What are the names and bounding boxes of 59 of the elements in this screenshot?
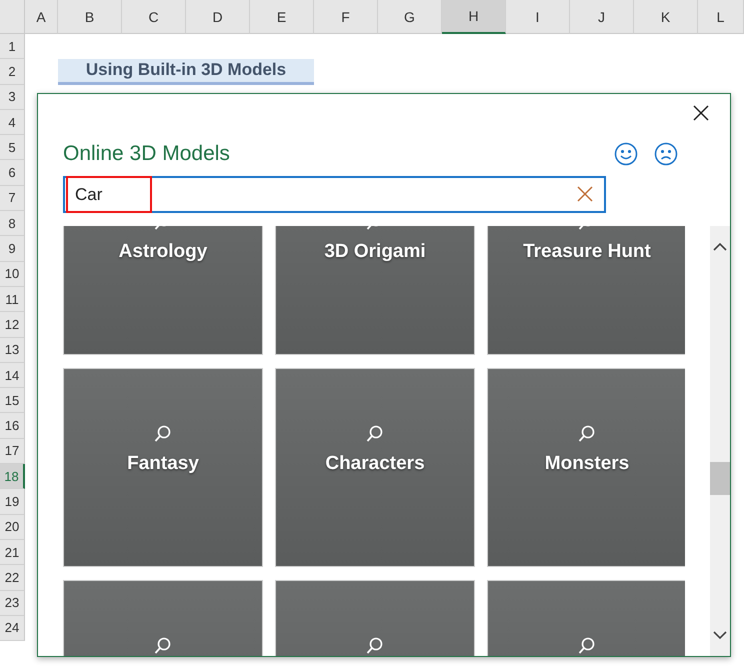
- dialog-title: Online 3D Models: [63, 142, 230, 166]
- column-header[interactable]: D: [186, 0, 250, 34]
- row-header[interactable]: 22: [0, 565, 25, 591]
- row-header[interactable]: 13: [0, 338, 25, 363]
- column-header[interactable]: J: [570, 0, 634, 34]
- frown-icon[interactable]: [654, 142, 678, 166]
- model-category-tile[interactable]: Astrology: [63, 226, 263, 355]
- column-header[interactable]: F: [314, 0, 378, 34]
- title-cell: Using Built-in 3D Models: [58, 59, 314, 85]
- row-header[interactable]: 12: [0, 312, 25, 338]
- row-header[interactable]: 3: [0, 84, 25, 110]
- row-header[interactable]: 21: [0, 540, 25, 566]
- scroll-thumb[interactable]: [710, 462, 730, 495]
- row-header[interactable]: 7: [0, 186, 25, 212]
- column-header[interactable]: C: [122, 0, 186, 34]
- model-category-tile[interactable]: Characters: [275, 368, 475, 567]
- model-category-tile[interactable]: Fantasy: [63, 368, 263, 567]
- tile-label: Astrology: [118, 241, 208, 263]
- row-header[interactable]: 18: [0, 464, 25, 490]
- column-header[interactable]: E: [250, 0, 314, 34]
- tile-label: Treasure Hunt: [523, 241, 651, 263]
- scrollbar[interactable]: [710, 226, 730, 656]
- column-header[interactable]: I: [506, 0, 570, 34]
- row-header[interactable]: 8: [0, 211, 25, 236]
- row-header[interactable]: 2: [0, 59, 25, 85]
- clear-button[interactable]: [576, 185, 594, 203]
- tile-label: Fantasy: [127, 453, 199, 475]
- row-header[interactable]: 10: [0, 262, 25, 287]
- tile-label: 3D Origami: [324, 241, 426, 263]
- row-header[interactable]: 9: [0, 236, 25, 262]
- scroll-up-icon[interactable]: [713, 242, 728, 252]
- tile-label: Characters: [325, 453, 425, 475]
- row-header[interactable]: 6: [0, 160, 25, 186]
- column-header[interactable]: A: [25, 0, 58, 34]
- row-header[interactable]: 17: [0, 438, 25, 464]
- model-category-tile[interactable]: Treasure Hunt: [487, 226, 686, 355]
- search-field[interactable]: Car: [63, 176, 606, 213]
- smile-icon[interactable]: [614, 142, 638, 166]
- row-header[interactable]: 20: [0, 514, 25, 540]
- row-header[interactable]: 19: [0, 489, 25, 515]
- tile-label: Monsters: [544, 453, 630, 475]
- column-header[interactable]: H: [442, 0, 506, 34]
- row-header[interactable]: 11: [0, 286, 25, 312]
- column-header[interactable]: G: [378, 0, 442, 34]
- column-header[interactable]: K: [634, 0, 698, 34]
- row-header[interactable]: 15: [0, 388, 25, 414]
- close-button[interactable]: [692, 104, 710, 122]
- row-header[interactable]: 24: [0, 616, 25, 642]
- row-header[interactable]: 4: [0, 110, 25, 136]
- row-header[interactable]: 5: [0, 135, 25, 160]
- column-header[interactable]: B: [58, 0, 122, 34]
- model-category-tile[interactable]: Monsters: [487, 368, 686, 567]
- row-header[interactable]: 14: [0, 362, 25, 388]
- column-header[interactable]: L: [698, 0, 744, 34]
- scroll-down-icon[interactable]: [713, 630, 728, 640]
- row-header[interactable]: 1: [0, 34, 25, 60]
- model-category-tile[interactable]: 3D Origami: [275, 226, 475, 355]
- row-header[interactable]: 23: [0, 590, 25, 616]
- row-header[interactable]: 16: [0, 413, 25, 439]
